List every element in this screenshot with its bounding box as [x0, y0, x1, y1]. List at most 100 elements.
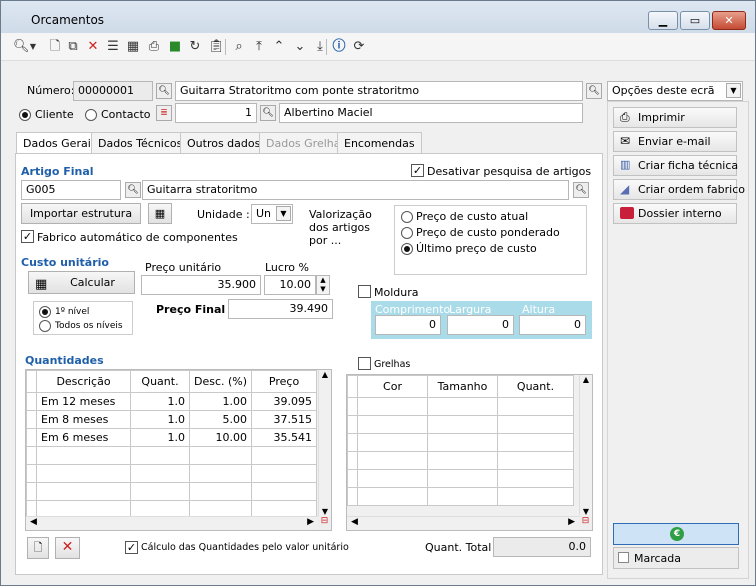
chevron-down-icon[interactable]: ▼ — [276, 206, 291, 221]
clear-table-icon[interactable]: ⊟ — [318, 516, 331, 530]
list-view-icon[interactable]: ☰ — [105, 39, 121, 55]
contact-name-field[interactable]: Albertino Maciel — [279, 103, 583, 123]
artigo-code-field[interactable]: G005 — [21, 180, 121, 200]
horizontal-scrollbar[interactable]: ◀ ▶ — [347, 516, 579, 530]
chevron-down-icon[interactable]: ▼ — [726, 83, 741, 98]
cell-desc[interactable]: 5.00 — [188, 410, 253, 429]
tab-encomendas[interactable]: Encomendas — [337, 132, 422, 154]
cell-descricao[interactable]: Em 12 meses — [36, 392, 131, 411]
col-preco[interactable]: Preço — [251, 370, 318, 393]
criar-ficha-tecnica-button[interactable]: ▥ Criar ficha técnica — [613, 155, 738, 176]
calcular-button[interactable]: ▦ Calcular — [28, 271, 135, 294]
help-icon[interactable]: ⓘ — [331, 39, 347, 55]
new-document-icon[interactable]: 🗋 — [47, 39, 63, 55]
scroll-left-icon[interactable]: ◀ — [30, 517, 37, 527]
contacto-radio[interactable] — [85, 109, 97, 121]
clipboard-icon[interactable]: 📋︎ — [208, 39, 225, 55]
tab-outros-dados[interactable]: Outros dados — [180, 132, 268, 154]
opcoes-select[interactable]: Opções deste ecrã — [607, 81, 743, 101]
artigo-name-field[interactable]: Guitarra stratoritmo — [142, 180, 569, 200]
table-row[interactable]: Em 8 meses 1.0 5.00 37.515 — [26, 410, 318, 429]
grelhas-checkbox[interactable] — [358, 357, 371, 370]
criar-ordem-fabrico-button[interactable]: ◢ Criar ordem fabrico — [613, 179, 745, 200]
cell-preco[interactable]: 35.541 — [251, 428, 318, 447]
first-record-icon[interactable]: ⤒ — [251, 39, 267, 55]
importar-estrutura-button[interactable]: Importar estrutura — [21, 203, 141, 224]
cell-descricao[interactable]: Em 8 meses — [36, 410, 131, 429]
preco-final-field[interactable]: 39.490 — [228, 299, 333, 319]
col-descricao[interactable]: Descrição — [36, 370, 131, 393]
cell-quant[interactable]: 1.0 — [130, 410, 190, 429]
artigo-name-lookup-icon[interactable]: 🔍︎ — [573, 182, 589, 198]
folder-icon[interactable]: ■ — [167, 39, 183, 55]
col-quant[interactable]: Quant. — [497, 375, 574, 398]
cell-quant[interactable]: 1.0 — [130, 428, 190, 447]
numero-lookup-icon[interactable]: 🔍︎ — [156, 83, 172, 99]
find-in-list-icon[interactable]: ⌕ — [231, 39, 247, 55]
tab-dados-tecnicos[interactable]: Dados Técnicos — [91, 132, 190, 154]
cell-quant[interactable]: 1.0 — [130, 392, 190, 411]
table-row[interactable]: Em 6 meses 1.0 10.00 35.541 — [26, 428, 318, 447]
artigo-code-lookup-icon[interactable]: 🔍︎ — [125, 182, 141, 198]
marcada-checkbox[interactable] — [618, 552, 629, 563]
delete-icon[interactable]: ✕ — [85, 39, 101, 55]
vertical-scrollbar[interactable]: ▲ ▼ — [579, 375, 592, 516]
preco-ponderado-radio[interactable] — [401, 227, 413, 239]
scroll-down-icon[interactable]: ▼ — [580, 507, 592, 516]
marcada-toggle[interactable]: Marcada — [613, 547, 739, 569]
cliente-radio[interactable] — [19, 109, 31, 121]
scroll-up-icon[interactable]: ▲ — [319, 370, 331, 379]
vertical-scrollbar[interactable]: ▲ ▼ — [318, 370, 331, 516]
moldura-checkbox[interactable] — [358, 285, 371, 298]
new-line-button[interactable]: 🗋 — [27, 537, 49, 559]
cell-preco[interactable]: 37.515 — [251, 410, 318, 429]
horizontal-scrollbar[interactable]: ◀ ▶ — [26, 516, 318, 530]
previous-record-icon[interactable]: ⌃ — [271, 39, 287, 55]
row-selector[interactable] — [26, 428, 37, 447]
largura-field[interactable]: 0 — [447, 315, 514, 335]
print-icon[interactable]: ⎙ — [146, 39, 162, 55]
close-window-button[interactable]: ✕ — [712, 11, 746, 30]
contact-list-icon[interactable]: ≣ — [156, 105, 172, 121]
cell-desc[interactable]: 10.00 — [188, 428, 253, 447]
col-cor[interactable]: Cor — [357, 375, 428, 398]
next-record-icon[interactable]: ⌄ — [292, 39, 308, 55]
description-field[interactable]: Guitarra Stratoritmo com ponte stratorit… — [175, 81, 583, 101]
row-selector[interactable] — [26, 410, 37, 429]
spinner-down-icon[interactable]: ▼ — [317, 285, 329, 294]
numero-field[interactable]: 00000001 — [73, 81, 153, 101]
description-lookup-icon[interactable]: 🔍︎ — [586, 83, 602, 99]
dossier-interno-button[interactable]: Dossier interno — [613, 203, 737, 224]
scroll-right-icon[interactable]: ▶ — [307, 517, 314, 527]
table-row[interactable]: Em 12 meses 1.0 1.00 39.095 — [26, 392, 318, 411]
comprimento-field[interactable]: 0 — [375, 315, 441, 335]
fabrico-checkbox[interactable]: ✓ — [21, 230, 34, 243]
copy-document-icon[interactable]: ⧉ — [65, 39, 81, 55]
imprimir-button[interactable]: ⎙ Imprimir — [613, 107, 737, 128]
calculo-checkbox[interactable]: ✓ — [125, 541, 138, 554]
col-desc[interactable]: Desc. (%) — [188, 370, 253, 393]
todos-niveis-radio[interactable] — [39, 320, 51, 332]
nivel1-radio[interactable] — [39, 306, 51, 318]
cell-descricao[interactable]: Em 6 meses — [36, 428, 131, 447]
scroll-right-icon[interactable]: ▶ — [568, 517, 575, 527]
structure-grid-button[interactable]: ▦ — [148, 203, 172, 224]
delete-line-button[interactable]: ✕ — [55, 537, 80, 559]
scroll-up-icon[interactable]: ▲ — [580, 375, 592, 384]
euro-button[interactable]: € — [613, 523, 739, 545]
minimize-button[interactable]: ▁ — [648, 11, 678, 30]
lucro-spinner[interactable]: ▲ ▼ — [316, 275, 330, 295]
col-quant[interactable]: Quant. — [130, 370, 190, 393]
cell-preco[interactable]: 39.095 — [251, 392, 318, 411]
cell-desc[interactable]: 1.00 — [188, 392, 253, 411]
contact-number-field[interactable]: 1 — [175, 103, 257, 123]
reload-icon[interactable]: ⟳ — [351, 39, 367, 55]
refresh-icon[interactable]: ↻ — [187, 39, 203, 55]
row-selector[interactable] — [26, 392, 37, 411]
maximize-button[interactable]: ▭ — [680, 11, 710, 30]
search-dropdown-icon[interactable]: ▼ — [29, 39, 37, 55]
clear-table-icon[interactable]: ⊟ — [579, 516, 592, 530]
scroll-left-icon[interactable]: ◀ — [351, 517, 358, 527]
col-tamanho[interactable]: Tamanho — [427, 375, 498, 398]
contact-lookup-icon[interactable]: 🔍︎ — [260, 105, 276, 121]
